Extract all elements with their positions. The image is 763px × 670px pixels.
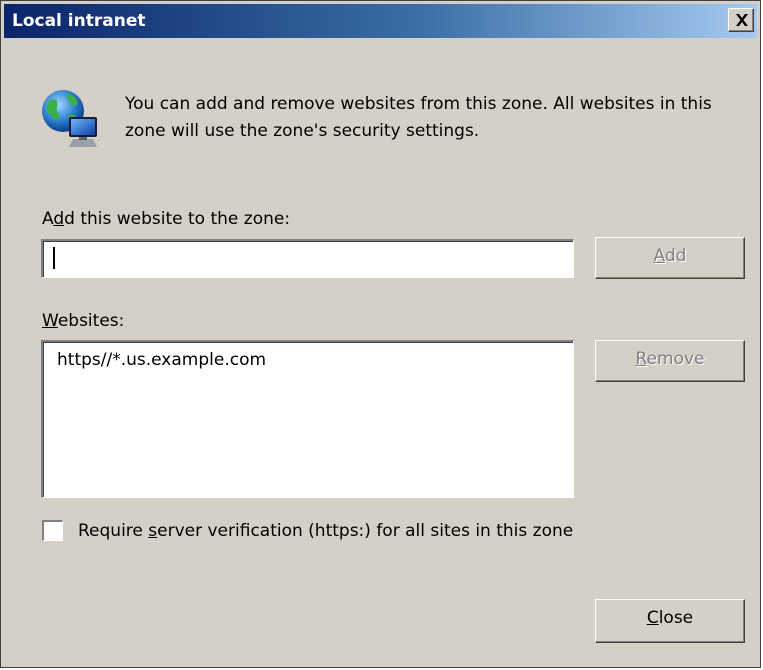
local-intranet-dialog: Local intranet You can add and remove we… <box>0 0 761 668</box>
close-button-accel: C <box>646 608 659 628</box>
close-button-rest: lose <box>658 608 694 628</box>
close-button[interactable]: Close <box>595 599 745 643</box>
close-icon <box>736 14 748 26</box>
websites-label: Websites: <box>42 311 124 331</box>
require-verification-checkbox[interactable] <box>42 520 63 541</box>
globe-computer-icon <box>39 87 103 151</box>
add-website-label: Add this website to the zone: <box>42 209 290 229</box>
websites-label-accel: W <box>42 311 58 331</box>
remove-button-accel: R <box>635 349 647 369</box>
websites-label-post: ebsites: <box>57 311 125 331</box>
add-website-input[interactable] <box>41 239 574 278</box>
text-caret <box>53 247 55 269</box>
add-button-rest: dd <box>664 246 687 266</box>
verification-label-post: erver verification (https:) for all site… <box>157 521 574 541</box>
remove-button[interactable]: Remove <box>595 340 745 382</box>
add-label-pre: A <box>42 209 54 229</box>
title-close-button[interactable] <box>728 8 754 32</box>
verification-label-accel: s <box>148 521 158 541</box>
add-button[interactable]: Add <box>595 237 745 279</box>
websites-list[interactable]: https//*.us.example.com <box>41 340 574 498</box>
list-item[interactable]: https//*.us.example.com <box>57 350 266 370</box>
verification-label-pre: Require <box>78 521 149 541</box>
require-verification-label[interactable]: Require server verification (https:) for… <box>78 521 573 541</box>
remove-button-rest: emove <box>646 349 705 369</box>
add-button-accel: A <box>653 246 665 266</box>
window-title: Local intranet <box>12 11 146 31</box>
title-bar[interactable]: Local intranet <box>4 4 757 38</box>
zone-info-text: You can add and remove websites from thi… <box>125 94 712 141</box>
add-label-post: d this website to the zone: <box>64 209 291 229</box>
add-label-accel: d <box>53 209 65 229</box>
